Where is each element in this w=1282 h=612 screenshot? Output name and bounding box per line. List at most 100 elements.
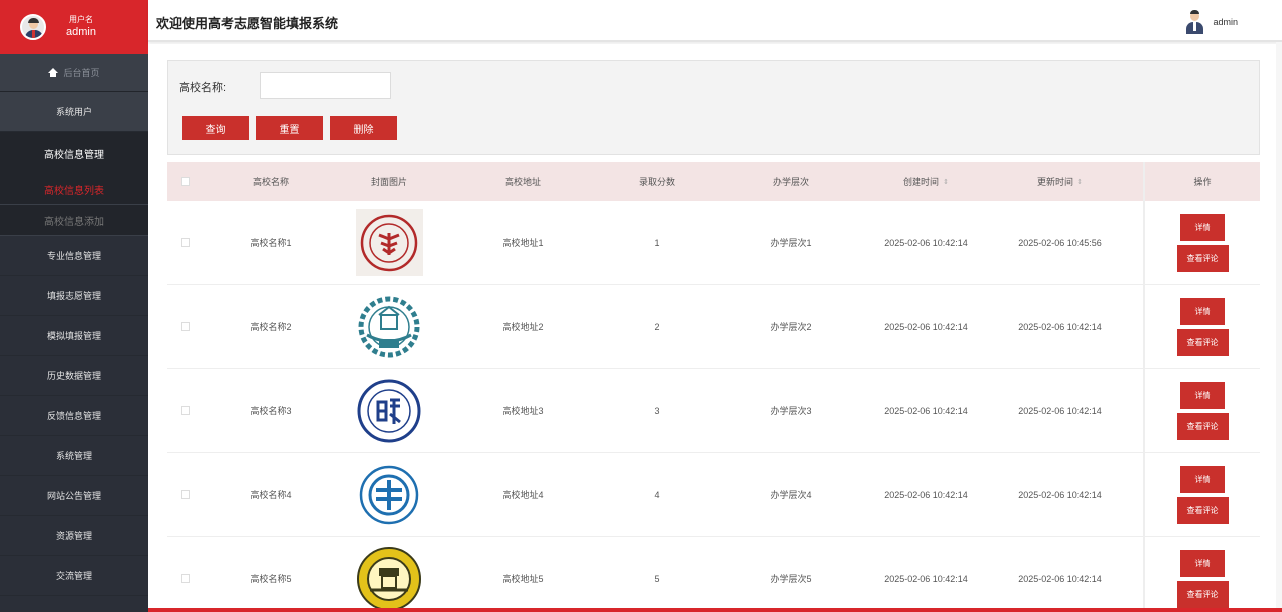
row-checkbox[interactable]	[180, 490, 190, 499]
school-name: 高校名称3	[250, 406, 292, 416]
school-address: 高校地址3	[502, 406, 544, 416]
created-time: 2025-02-06 10:42:14	[884, 321, 968, 332]
header-address: 高校地址	[504, 177, 541, 187]
search-panel: 高校名称: 查询 重置 删除	[167, 60, 1260, 155]
bottom-accent-bar	[148, 608, 1282, 612]
detail-button[interactable]: 详情	[1180, 465, 1225, 493]
header-ops: 操作	[1143, 162, 1260, 201]
school-level: 办学层次5	[770, 574, 812, 584]
view-comments-button[interactable]: 查看评论	[1176, 328, 1229, 356]
sidebar-item-major-info[interactable]: 专业信息管理	[0, 236, 148, 276]
school-address: 高校地址5	[502, 574, 544, 584]
school-address: 高校地址4	[502, 490, 544, 500]
school-level: 办学层次1	[770, 238, 812, 248]
created-time: 2025-02-06 10:42:14	[884, 489, 968, 500]
sidebar-item-announcements[interactable]: 网站公告管理	[0, 476, 148, 516]
sidebar-item-label: 后台首页	[63, 68, 100, 78]
query-button[interactable]: 查询	[182, 116, 249, 140]
table-row: 高校名称1 高校地址1 1 办学层次1 2025-02-06 10:42:14 …	[167, 201, 1260, 285]
created-time: 2025-02-06 10:42:14	[884, 405, 968, 416]
sidebar-subitem-school-add[interactable]: 高校信息添加	[0, 205, 148, 236]
user-label: 用户名	[68, 15, 93, 24]
school-level: 办学层次3	[770, 406, 812, 416]
header-created[interactable]: 创建时间 ⇕	[875, 162, 977, 201]
table-header: 高校名称 封面图片 高校地址 录取分数 办学层次 创建时间 ⇕ 更新时间 ⇕ 操作	[167, 162, 1260, 201]
topbar-user[interactable]: admin	[1185, 10, 1238, 34]
detail-button[interactable]: 详情	[1180, 381, 1225, 409]
sidebar-subitem-school-list[interactable]: 高校信息列表	[0, 174, 148, 205]
header-updated[interactable]: 更新时间 ⇕	[977, 162, 1143, 201]
sidebar-item-school-info[interactable]: 高校信息管理	[0, 132, 148, 174]
school-score: 1	[654, 237, 660, 248]
updated-time: 2025-02-06 10:42:14	[1018, 321, 1102, 332]
school-table: 高校名称 封面图片 高校地址 录取分数 办学层次 创建时间 ⇕ 更新时间 ⇕ 操作 …	[167, 162, 1260, 612]
school-name: 高校名称5	[250, 574, 292, 584]
reset-button[interactable]: 重置	[256, 116, 323, 140]
table-row: 高校名称5 高校地址5 5 办学层次5 2025-02-06 10:42:14 …	[167, 537, 1260, 612]
scrollbar[interactable]	[1276, 42, 1282, 612]
sidebar-item-simulation[interactable]: 模拟填报管理	[0, 316, 148, 356]
detail-button[interactable]: 详情	[1180, 297, 1225, 325]
sort-icon: ⇕	[943, 178, 949, 186]
view-comments-button[interactable]: 查看评论	[1176, 496, 1229, 524]
user-name: admin	[66, 26, 96, 38]
topbar-user-name: admin	[1213, 17, 1238, 27]
sidebar-item-history[interactable]: 历史数据管理	[0, 356, 148, 396]
header-score: 录取分数	[638, 177, 675, 187]
sidebar: 用户名 admin 后台首页 系统用户 高校信息管理 高校信息列表 高校信息添加…	[0, 0, 148, 612]
sidebar-item-resources[interactable]: 资源管理	[0, 516, 148, 556]
header-level: 办学层次	[772, 177, 809, 187]
sidebar-item-system-users[interactable]: 系统用户	[0, 92, 148, 132]
select-all-checkbox[interactable]	[180, 177, 190, 186]
peking-logo	[355, 209, 423, 276]
user-info: 用户名 admin	[66, 15, 96, 39]
sidebar-item-home[interactable]: 后台首页	[0, 54, 148, 92]
sidebar-item-feedback[interactable]: 反馈信息管理	[0, 396, 148, 436]
header-name: 高校名称	[252, 177, 289, 187]
school-name: 高校名称2	[250, 322, 292, 332]
delete-button[interactable]: 删除	[330, 116, 397, 140]
view-comments-button[interactable]: 查看评论	[1176, 244, 1229, 272]
dalian-logo	[356, 461, 423, 528]
home-icon	[48, 68, 59, 77]
school-address: 高校地址1	[502, 238, 544, 248]
updated-time: 2025-02-06 10:42:14	[1018, 489, 1102, 500]
school-score: 4	[654, 489, 660, 500]
page-title: 欢迎使用高考志愿智能填报系统	[156, 16, 339, 31]
school-level: 办学层次2	[770, 322, 812, 332]
row-checkbox[interactable]	[180, 406, 190, 415]
header-cover: 封面图片	[370, 177, 407, 187]
view-comments-button[interactable]: 查看评论	[1176, 580, 1229, 608]
sidebar-item-exchange[interactable]: 交流管理	[0, 556, 148, 596]
sidebar-item-application[interactable]: 填报志愿管理	[0, 276, 148, 316]
sort-icon: ⇕	[1077, 178, 1083, 186]
main-content: 高校名称: 查询 重置 删除 高校名称 封面图片 高校地址 录取分数 办学层次 …	[148, 44, 1282, 612]
table-row: 高校名称4 高校地址4 4 办学层次4 2025-02-06 10:42:14 …	[167, 453, 1260, 537]
avatar	[20, 14, 46, 40]
topbar: 欢迎使用高考志愿智能填报系统 admin	[148, 0, 1282, 42]
detail-button[interactable]: 详情	[1180, 549, 1225, 577]
hit-logo	[356, 293, 423, 360]
school-address: 高校地址2	[502, 322, 544, 332]
row-checkbox[interactable]	[180, 238, 190, 247]
fudan-logo	[356, 377, 423, 444]
created-time: 2025-02-06 10:42:14	[884, 573, 968, 584]
table-row: 高校名称3 高校地址3 3 办学层次3 2025-02-06 10:42:14 …	[167, 369, 1260, 453]
detail-button[interactable]: 详情	[1180, 213, 1225, 241]
updated-time: 2025-02-06 10:42:14	[1018, 405, 1102, 416]
school-level: 办学层次4	[770, 490, 812, 500]
row-checkbox[interactable]	[180, 322, 190, 331]
southeast-logo	[356, 545, 423, 612]
school-name: 高校名称1	[250, 238, 292, 248]
sidebar-item-system[interactable]: 系统管理	[0, 436, 148, 476]
view-comments-button[interactable]: 查看评论	[1176, 412, 1229, 440]
updated-time: 2025-02-06 10:45:56	[1018, 237, 1102, 248]
updated-time: 2025-02-06 10:42:14	[1018, 573, 1102, 584]
school-score: 2	[654, 321, 660, 332]
school-name: 高校名称4	[250, 490, 292, 500]
school-score: 3	[654, 405, 660, 416]
school-name-input[interactable]	[260, 72, 391, 99]
search-label: 高校名称:	[179, 82, 227, 94]
row-checkbox[interactable]	[180, 574, 190, 583]
user-box: 用户名 admin	[0, 0, 148, 54]
